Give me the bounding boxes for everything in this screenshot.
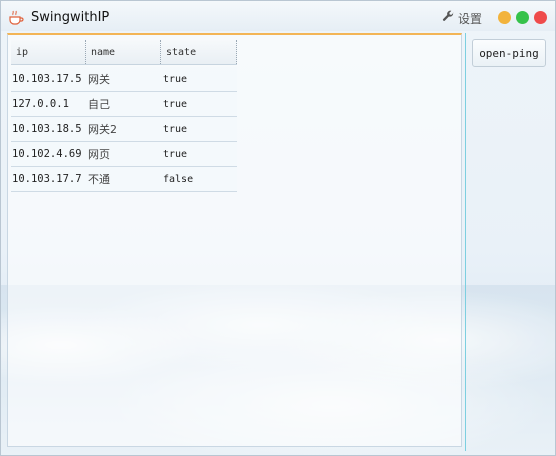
table-row[interactable]: 10.102.4.69 网页 true (11, 142, 237, 167)
cell-ip: 10.103.17.7 (12, 173, 82, 185)
cell-name: 自己 (88, 98, 110, 111)
cell-name: 网页 (88, 148, 110, 161)
cell-state: true (163, 123, 188, 135)
java-cup-icon (8, 9, 24, 25)
app-window: SwingwithIP 设置 ip name state 10.103.17.5… (0, 0, 556, 456)
cell-name: 网关 (88, 73, 110, 86)
cell-state: false (163, 173, 194, 185)
title-bar: SwingwithIP 设置 (1, 1, 555, 31)
table-header: ip name state (11, 40, 237, 65)
minimize-button[interactable] (498, 11, 511, 24)
cell-ip: 127.0.0.1 (12, 98, 69, 110)
table-body: 10.103.17.5 网关 true 127.0.0.1 自己 true 10… (11, 67, 237, 192)
cell-state: true (163, 98, 188, 110)
ip-table-panel: ip name state 10.103.17.5 网关 true 127.0.… (7, 33, 462, 447)
open-ping-button[interactable]: open-ping (472, 39, 546, 67)
maximize-button[interactable] (516, 11, 529, 24)
column-header-state[interactable]: state (161, 40, 237, 64)
settings-button[interactable]: 设置 (442, 10, 482, 26)
cell-ip: 10.102.4.69 (12, 148, 82, 160)
table-row[interactable]: 10.103.17.5 网关 true (11, 67, 237, 92)
cell-name: 不通 (88, 173, 110, 186)
column-header-ip[interactable]: ip (11, 40, 86, 64)
cell-state: true (163, 148, 188, 160)
panel-divider[interactable] (465, 33, 466, 451)
column-header-name[interactable]: name (86, 40, 161, 64)
settings-label: 设置 (458, 11, 483, 26)
table-row[interactable]: 127.0.0.1 自己 true (11, 92, 237, 117)
cell-ip: 10.103.17.5 (12, 73, 82, 85)
window-title: SwingwithIP (31, 10, 110, 25)
cell-state: true (163, 73, 188, 85)
wrench-icon (442, 10, 458, 26)
close-button[interactable] (534, 11, 547, 24)
ip-table: ip name state 10.103.17.5 网关 true 127.0.… (11, 40, 237, 192)
table-row[interactable]: 10.103.18.5 网关2 true (11, 117, 237, 142)
cell-ip: 10.103.18.5 (12, 123, 82, 135)
cell-name: 网关2 (88, 123, 117, 136)
action-panel: open-ping (467, 33, 553, 451)
table-row[interactable]: 10.103.17.7 不通 false (11, 167, 237, 192)
